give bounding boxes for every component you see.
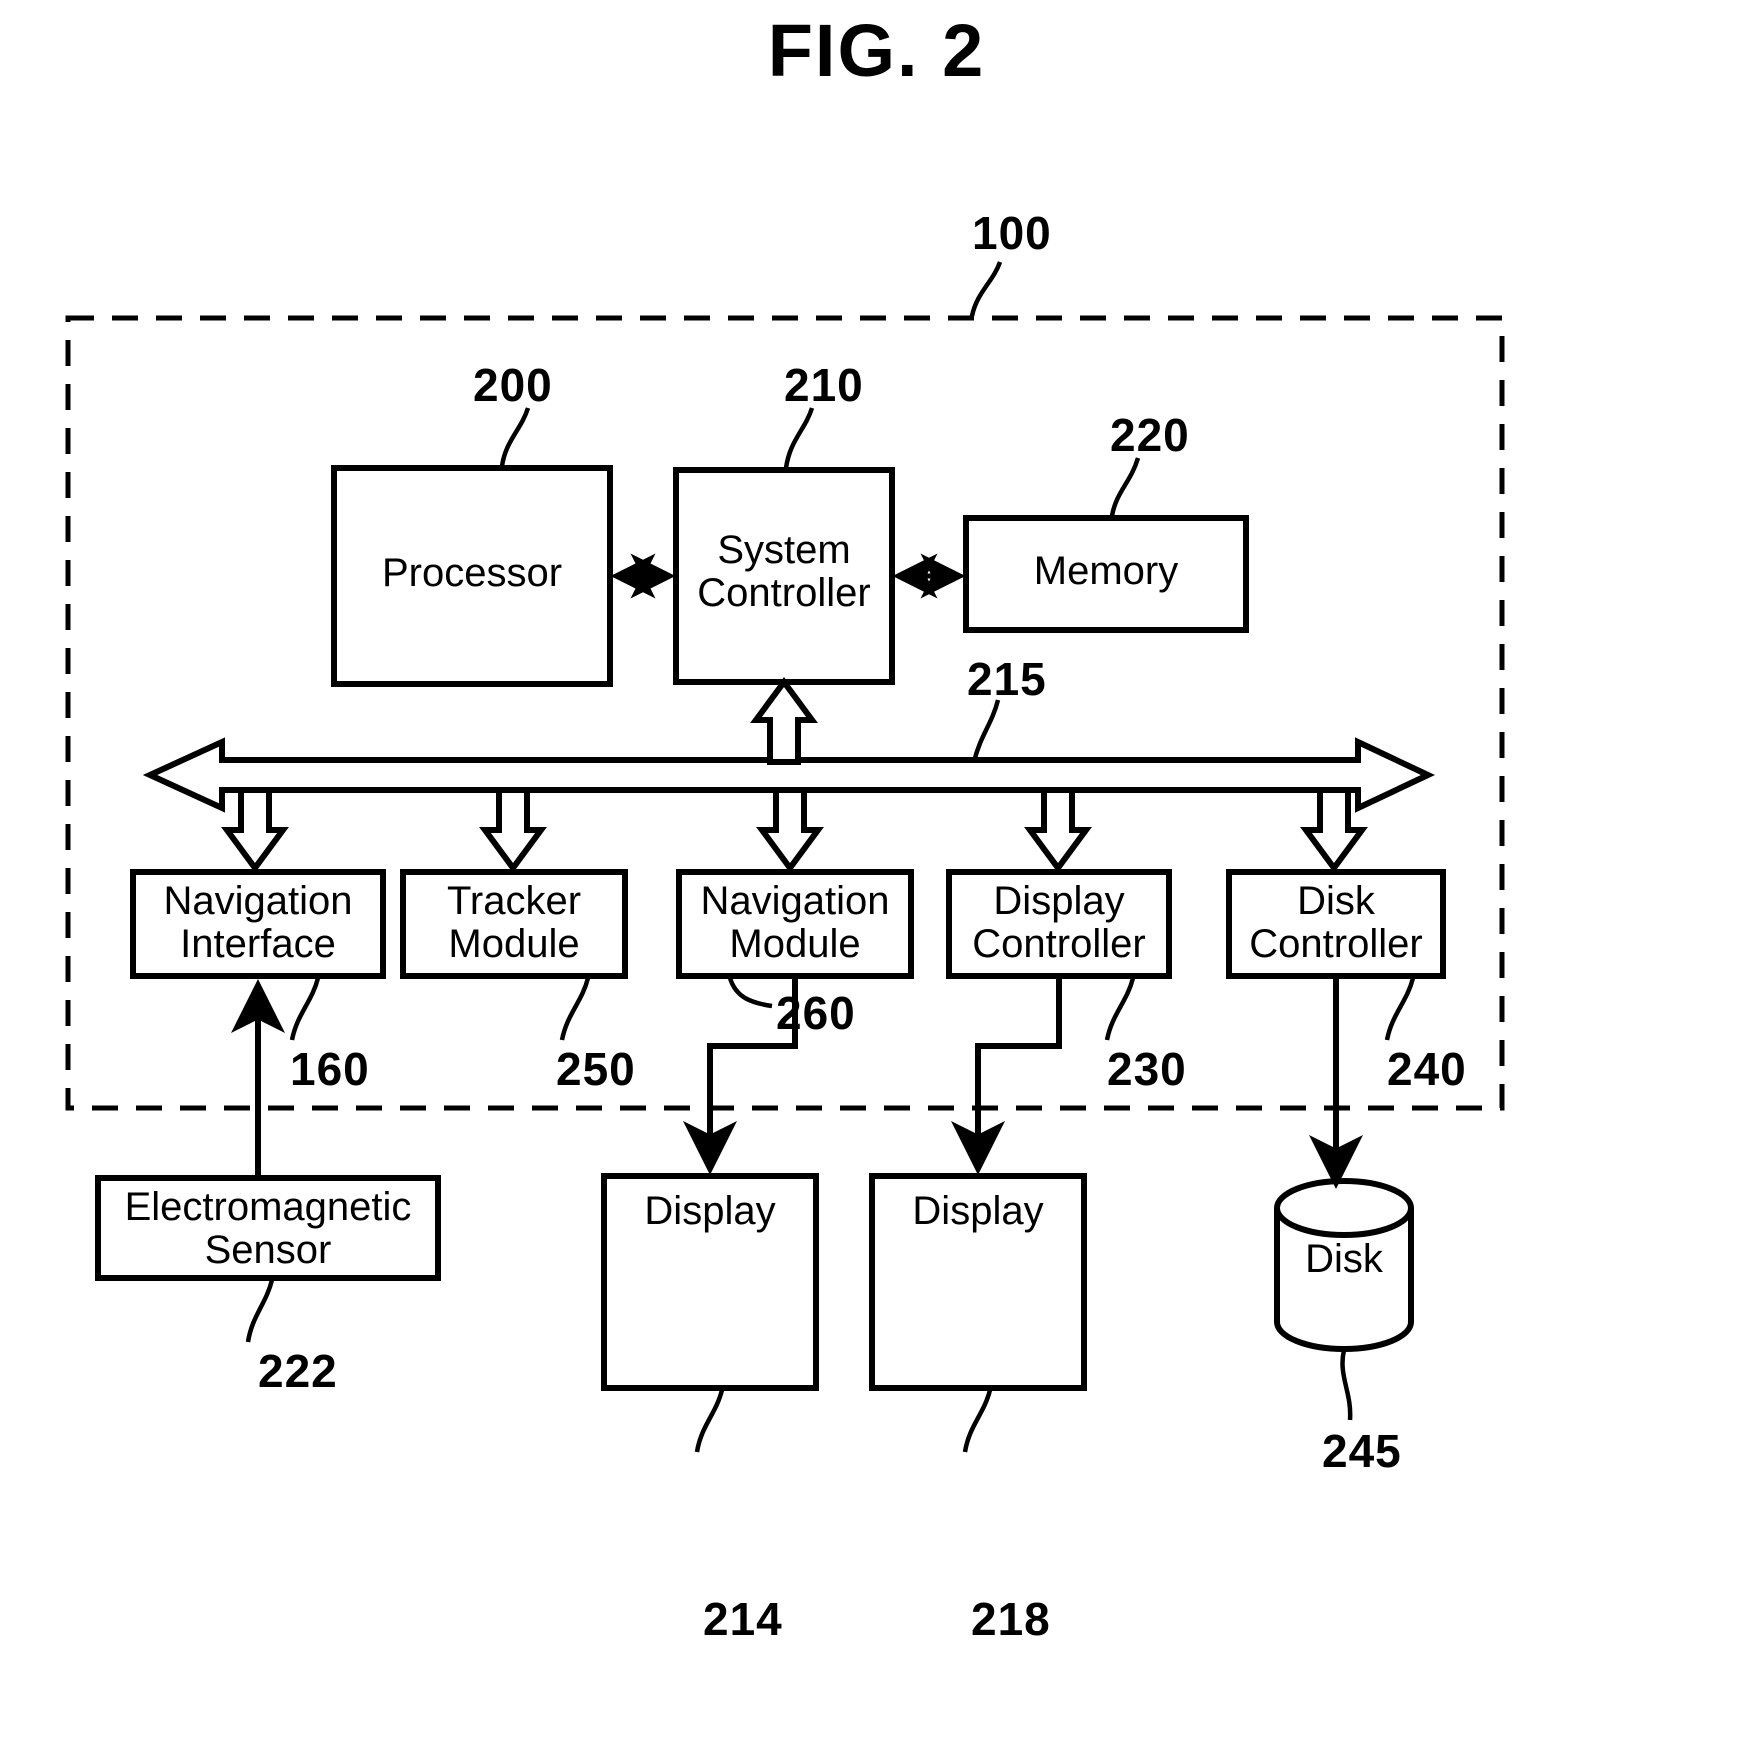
refnum-navigation-interface: 160 (290, 1043, 370, 1095)
leader-line-navigation-module (727, 977, 773, 1009)
leader-line-processor (499, 407, 531, 467)
refnum-enclosure: 100 (972, 207, 1052, 259)
hollow-arrow-bus-to-navigation-interface (221, 787, 289, 874)
hollow-arrow-bus-to-system-controller (750, 676, 818, 765)
refnum-tracker-module: 250 (556, 1043, 636, 1095)
leader-line-system-controller (783, 407, 815, 469)
disk-controller-label: Disk Controller (1249, 879, 1423, 967)
navigation-module-label: Navigation Module (700, 879, 890, 967)
processor-label: Processor (381, 551, 563, 595)
refnum-processor: 200 (473, 359, 553, 411)
connector-display-controller-to-display-218 (951, 976, 1062, 1175)
display-218-label: Display (912, 1189, 1044, 1233)
refnum-system-controller: 210 (784, 359, 864, 411)
tracker-module-label: Tracker Module (446, 879, 582, 967)
leader-line-disk-controller (1384, 977, 1416, 1041)
system-controller-label: System Controller (697, 528, 871, 616)
leader-line-memory (1109, 457, 1141, 517)
refnum-disk: 245 (1322, 1425, 1402, 1477)
memory-label: Memory (1033, 549, 1179, 593)
leader-line-electromagnetic-sensor (245, 1279, 275, 1343)
leader-line-enclosure (969, 261, 1003, 317)
leader-line-display-controller (1104, 977, 1136, 1041)
display-214-label: Display (644, 1189, 776, 1233)
refnum-display-214: 214 (703, 1593, 783, 1645)
refnum-electromagnetic-sensor: 222 (258, 1345, 338, 1397)
refnum-display-controller: 230 (1107, 1043, 1187, 1095)
leader-line-display-218 (962, 1389, 993, 1453)
display-controller-label: Display Controller (972, 879, 1146, 967)
disk-label: Disk (1305, 1237, 1383, 1281)
diagram-canvas (65, 261, 1505, 1453)
leader-line-navigation-interface (289, 977, 321, 1041)
leader-line-display-214 (694, 1389, 725, 1453)
refnum-navigation-module: 260 (776, 987, 856, 1039)
leader-line-disk (1340, 1349, 1353, 1421)
refnum-bus: 215 (967, 653, 1047, 705)
hollow-arrow-bus-to-tracker-module (479, 787, 547, 874)
leader-line-bus (971, 699, 1001, 763)
leader-line-tracker-module (559, 977, 591, 1041)
refnum-memory: 220 (1110, 409, 1190, 461)
hollow-arrow-bus-to-navigation-module (756, 787, 824, 874)
navigation-interface-label: Navigation Interface (163, 879, 353, 967)
hollow-arrow-bus-to-disk-controller (1300, 787, 1368, 874)
electromagnetic-sensor-label: Electromagnetic Sensor (124, 1185, 412, 1273)
hollow-arrow-bus-to-display-controller (1024, 787, 1092, 874)
refnum-disk-controller: 240 (1387, 1043, 1467, 1095)
refnum-display-218: 218 (971, 1593, 1051, 1645)
